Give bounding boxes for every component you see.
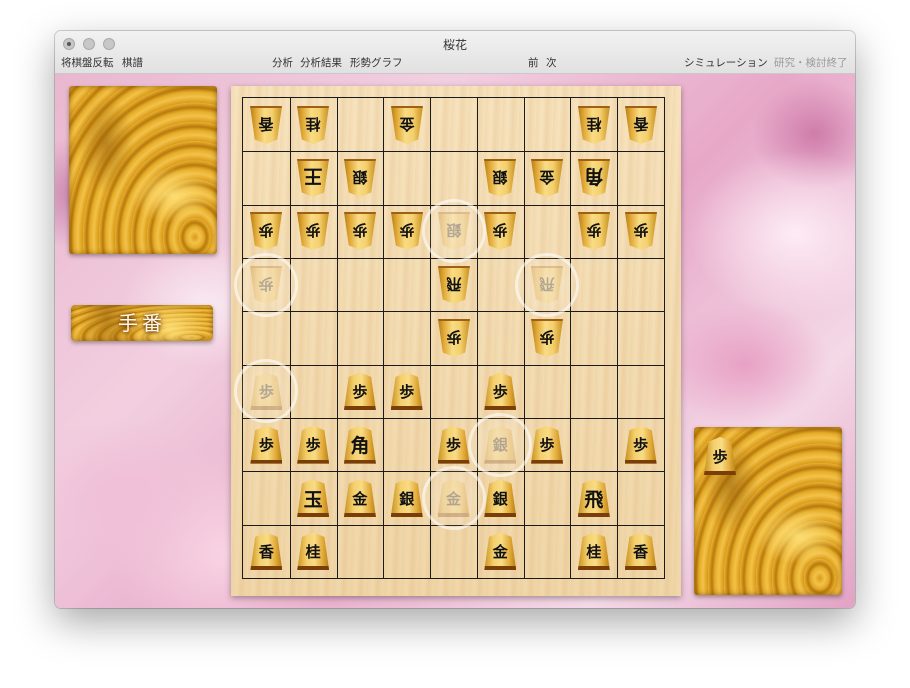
sente-piece[interactable]: 桂 <box>577 532 610 571</box>
kifu-button[interactable]: 棋譜 <box>122 55 143 70</box>
grid-vline <box>617 98 619 578</box>
gote-piece[interactable]: 桂 <box>297 106 329 144</box>
gote-piece[interactable]: 香 <box>625 106 657 144</box>
window-title: 桜花 <box>442 38 467 52</box>
board-grid[interactable]: 香桂金桂香王銀銀金角歩歩歩歩銀歩歩歩歩飛飛歩歩歩歩歩歩歩歩角歩銀歩歩玉金銀金銀飛… <box>234 97 665 579</box>
sente-piece[interactable]: 桂 <box>297 532 330 571</box>
sente-piece[interactable]: 歩 <box>437 425 470 464</box>
grid-hline <box>243 151 664 153</box>
sente-piece[interactable]: 歩 <box>390 372 423 411</box>
grid-vline <box>523 98 525 578</box>
simulation-button[interactable]: シミュレーション <box>684 55 768 70</box>
gote-piece[interactable]: 銀 <box>344 159 376 197</box>
grid-vline <box>383 98 385 578</box>
sente-piece[interactable]: 歩 <box>250 372 283 411</box>
sente-piece[interactable]: 歩 <box>297 425 330 464</box>
sente-piece[interactable]: 歩 <box>531 425 564 464</box>
grid-hline <box>243 364 664 366</box>
sente-hand-piece[interactable]: 歩 <box>704 437 736 475</box>
next-move-button[interactable]: 次 <box>546 55 557 70</box>
sente-piece[interactable]: 歩 <box>343 372 376 411</box>
prev-move-button[interactable]: 前 <box>528 55 539 70</box>
gote-piece[interactable]: 角 <box>578 159 610 197</box>
flip-board-button[interactable]: 将棋盤反転 <box>61 55 114 70</box>
sente-piece[interactable]: 歩 <box>624 425 657 464</box>
gote-piece[interactable]: 歩 <box>297 212 329 250</box>
sente-piece[interactable]: 飛 <box>577 479 610 517</box>
gote-piece[interactable]: 王 <box>297 159 329 197</box>
gote-piece[interactable]: 歩 <box>484 212 516 250</box>
sente-piece[interactable]: 香 <box>250 532 283 571</box>
titlebar: 桜花 将棋盤反転 棋譜 分析 分析結果 形勢グラフ 前 次 シミュレーション 研… <box>55 31 855 74</box>
gote-piece[interactable]: 飛 <box>531 266 563 304</box>
gote-piece[interactable]: 桂 <box>578 106 610 144</box>
shogi-board[interactable]: 香桂金桂香王銀銀金角歩歩歩歩銀歩歩歩歩飛飛歩歩歩歩歩歩歩歩角歩銀歩歩玉金銀金銀飛… <box>231 86 681 596</box>
sente-piece[interactable]: 銀 <box>484 425 517 464</box>
gote-piece[interactable]: 銀 <box>484 159 516 197</box>
sente-piece[interactable]: 金 <box>437 479 470 517</box>
turn-indicator: 手番 <box>71 305 213 341</box>
gote-piece[interactable]: 金 <box>531 159 563 197</box>
app-window: 桜花 将棋盤反転 棋譜 分析 分析結果 形勢グラフ 前 次 シミュレーション 研… <box>55 31 855 608</box>
analysis-result-button[interactable]: 分析結果 <box>300 55 342 70</box>
gote-piece[interactable]: 歩 <box>578 212 610 250</box>
sente-piece[interactable]: 銀 <box>390 479 423 517</box>
analysis-button[interactable]: 分析 <box>272 55 293 70</box>
sente-piece[interactable]: 金 <box>343 479 376 517</box>
gote-piece[interactable]: 金 <box>391 106 423 144</box>
sente-piece[interactable]: 角 <box>343 425 376 464</box>
gote-piece[interactable]: 歩 <box>438 319 470 357</box>
gote-piece[interactable]: 歩 <box>531 319 563 357</box>
sente-piece[interactable]: 銀 <box>484 479 517 517</box>
end-study-button[interactable]: 研究・検討終了 <box>774 55 848 70</box>
sente-piece[interactable]: 歩 <box>484 372 517 411</box>
sente-piece[interactable]: 金 <box>484 532 517 571</box>
gote-piece-stand <box>69 86 217 254</box>
gote-piece[interactable]: 飛 <box>438 266 470 304</box>
gote-piece[interactable]: 歩 <box>344 212 376 250</box>
grid-hline <box>243 418 664 419</box>
gote-piece[interactable]: 歩 <box>625 212 657 250</box>
grid-vline <box>570 98 572 578</box>
gote-piece[interactable]: 香 <box>250 106 282 144</box>
gote-piece[interactable]: 歩 <box>391 212 423 250</box>
sente-piece[interactable]: 玉 <box>297 479 330 517</box>
sente-piece[interactable]: 香 <box>624 532 657 571</box>
situation-graph-button[interactable]: 形勢グラフ <box>350 55 403 70</box>
game-area: 手番 香桂金桂香王銀銀金角歩歩歩歩銀歩歩歩歩飛飛歩歩歩歩歩歩歩歩角歩銀歩歩玉金銀… <box>55 74 855 608</box>
grid-hline <box>243 311 664 313</box>
sente-piece[interactable]: 歩 <box>250 425 283 464</box>
sente-piece-stand[interactable]: 歩 <box>694 427 842 595</box>
grid-vline <box>289 98 291 578</box>
gote-piece[interactable]: 歩 <box>250 212 282 250</box>
grid-vline <box>336 98 338 578</box>
